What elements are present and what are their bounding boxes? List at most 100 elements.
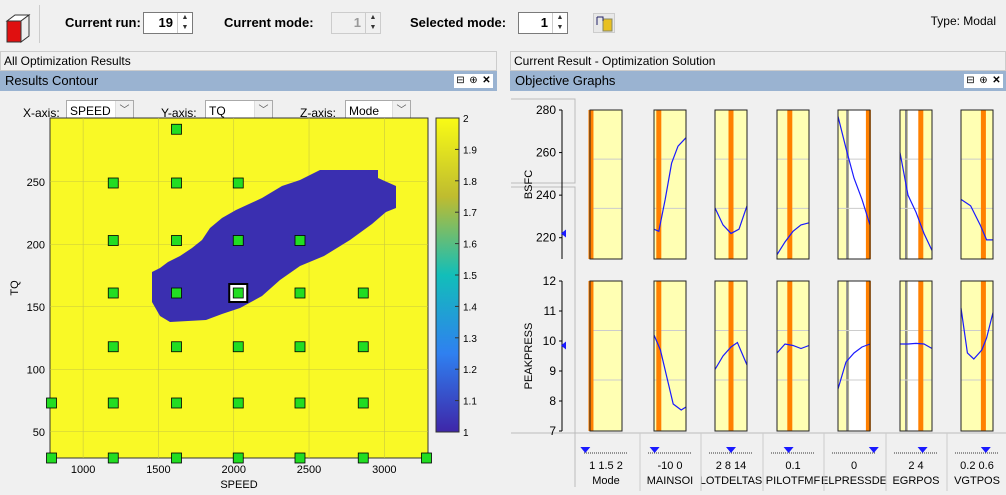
colorbar-tick-label: 1.4 — [463, 302, 477, 313]
current-factor-line[interactable] — [588, 110, 594, 259]
factor-tick-labels: -10 0 — [657, 460, 682, 472]
factor-cell-egrpos[interactable] — [899, 280, 933, 432]
current-factor-line[interactable] — [656, 110, 662, 259]
undock-icon[interactable]: ⊟ — [964, 74, 977, 88]
data-point[interactable] — [294, 235, 306, 246]
spin-arrows-icon[interactable]: ▲ ▼ — [552, 13, 567, 33]
data-point[interactable] — [171, 287, 182, 299]
factor-cell-fuelpressdelta[interactable] — [837, 280, 871, 432]
current-factor-line[interactable] — [918, 110, 924, 259]
factor-marker-icon[interactable] — [868, 447, 879, 453]
current-factor-line[interactable] — [787, 110, 793, 259]
objective-graphs[interactable]: 220 240 260 280 BSFC 7 8 9 10 11 12 PEAKPRESS 1 1.5 … — [510, 91, 1006, 491]
factor-cell-pilotfmf[interactable] — [776, 109, 810, 260]
data-point[interactable] — [357, 397, 369, 409]
close-icon[interactable]: ✕ — [990, 74, 1003, 88]
data-point[interactable] — [232, 452, 244, 464]
factor-marker-icon[interactable] — [783, 447, 794, 453]
results-contour-header: Results Contour ⊟ ⊕ ✕ — [0, 71, 497, 91]
maximize-icon[interactable]: ⊕ — [467, 74, 480, 88]
data-point[interactable] — [171, 397, 182, 409]
data-point[interactable] — [232, 341, 244, 353]
current-factor-line[interactable] — [656, 281, 662, 431]
factor-tick-labels: 1 1.5 2 — [589, 460, 623, 472]
spin-arrows-icon[interactable]: ▲ ▼ — [177, 13, 192, 33]
data-point[interactable] — [171, 123, 182, 135]
factor-marker-icon[interactable] — [580, 447, 591, 453]
maximize-icon[interactable]: ⊕ — [977, 74, 990, 88]
factor-name: VGTPOS — [954, 475, 1000, 487]
unexplored-region — [849, 110, 867, 259]
factor-cell-pilotdeltasoi[interactable] — [714, 109, 748, 260]
type-label: Type: Modal — [930, 14, 996, 28]
data-point[interactable] — [357, 452, 369, 464]
factor-name: MAINSOI — [647, 475, 693, 487]
factor-cell-fuelpressdelta[interactable] — [837, 109, 871, 260]
factor-cell-pilotdeltasoi[interactable] — [714, 280, 748, 432]
current-factor-line[interactable] — [980, 281, 986, 431]
cell-background — [590, 281, 622, 431]
results-contour-plot[interactable]: 1000 1500 2000 2500 3000 50 100 150 200 250 SPEED… — [0, 112, 500, 492]
data-point[interactable] — [171, 235, 182, 246]
close-icon[interactable]: ✕ — [480, 74, 493, 88]
factor-marker-icon[interactable] — [726, 447, 736, 453]
y-tick-label: 250 — [27, 177, 45, 189]
cell-background — [590, 110, 622, 259]
selected-mode-spinner[interactable]: 1 ▲ ▼ — [518, 12, 568, 34]
current-factor-line[interactable] — [787, 281, 793, 431]
factor-cell-vgtpos[interactable] — [960, 109, 994, 260]
data-point[interactable] — [294, 452, 306, 464]
factor-cell-mainsoi[interactable] — [653, 109, 687, 260]
data-point[interactable] — [46, 397, 57, 409]
section-current-result: Current Result - Optimization Solution — [510, 51, 1006, 71]
factor-cell-mode[interactable] — [588, 280, 623, 432]
factor-marker-icon[interactable] — [917, 447, 928, 453]
factor-marker-icon[interactable] — [980, 447, 991, 453]
data-point[interactable] — [171, 341, 182, 353]
factor-cell-vgtpos[interactable] — [960, 280, 994, 432]
x-tick-label: 2500 — [297, 464, 321, 476]
y-tick-label: 11 — [544, 304, 557, 318]
data-point[interactable] — [171, 177, 182, 189]
data-point[interactable] — [107, 397, 119, 409]
current-run-spinner[interactable]: 19 ▲ ▼ — [143, 12, 193, 34]
data-point[interactable] — [232, 397, 244, 409]
current-factor-line[interactable] — [728, 110, 734, 259]
boundary-line — [846, 110, 849, 259]
data-point[interactable] — [46, 452, 57, 464]
data-point[interactable] — [107, 452, 119, 464]
undock-icon[interactable]: ⊟ — [454, 74, 467, 88]
data-point[interactable] — [357, 287, 369, 299]
factor-cell-mode[interactable] — [588, 109, 623, 260]
data-point[interactable] — [294, 397, 306, 409]
data-point[interactable] — [232, 235, 244, 246]
data-point[interactable] — [357, 341, 369, 353]
selected-mode-value: 1 — [540, 15, 548, 30]
data-point[interactable] — [171, 452, 182, 464]
data-point[interactable] — [107, 287, 119, 299]
factor-marker-icon[interactable] — [649, 447, 660, 453]
factor-cell-pilotfmf[interactable] — [776, 280, 810, 432]
data-point[interactable] — [294, 287, 306, 299]
factor-cell-mainsoi[interactable] — [653, 280, 687, 432]
data-point[interactable] — [107, 235, 119, 246]
table-export-icon[interactable] — [593, 13, 615, 33]
factor-name: EGRPOS — [892, 475, 939, 487]
current-factor-line[interactable] — [728, 281, 734, 431]
data-point[interactable] — [232, 177, 244, 189]
factor-name: LOTDELTAS — [700, 475, 763, 487]
data-point[interactable] — [107, 341, 119, 353]
factor-cell-egrpos[interactable] — [899, 109, 933, 260]
current-factor-line[interactable] — [588, 281, 594, 431]
y-tick-label: 280 — [536, 103, 556, 117]
cell-background — [777, 110, 809, 259]
data-point[interactable] — [421, 452, 432, 464]
current-run-value: 19 — [158, 15, 173, 30]
x-tick-label: 1000 — [71, 464, 95, 476]
data-point[interactable] — [232, 287, 244, 299]
factor-name: ELPRESSDE — [821, 475, 887, 487]
response-label: BSFC — [523, 170, 535, 199]
current-factor-line[interactable] — [918, 281, 924, 431]
data-point[interactable] — [294, 341, 306, 353]
data-point[interactable] — [107, 177, 119, 189]
